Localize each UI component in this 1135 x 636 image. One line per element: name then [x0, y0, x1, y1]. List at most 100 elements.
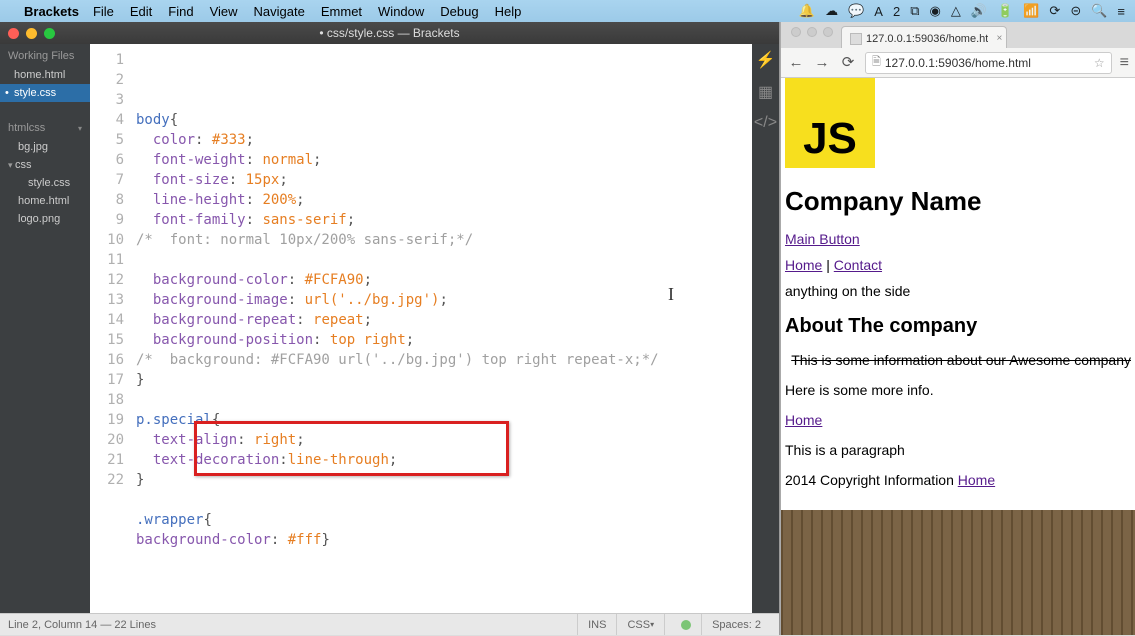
- menu-navigate[interactable]: Navigate: [254, 4, 305, 19]
- window-controls: [0, 28, 55, 39]
- status-indicator: [664, 614, 701, 635]
- right-toolbar: ⚡ ▦ </>: [752, 44, 779, 613]
- menu-window[interactable]: Window: [378, 4, 424, 19]
- chrome-toolbar: ← → ⟳ 🗎 127.0.0.1:59036/home.html ☆ ≡: [781, 48, 1135, 78]
- nav-separator: |: [826, 257, 834, 273]
- statusbar: Line 2, Column 14 — 22 Lines INS CSS ▾ S…: [0, 613, 779, 635]
- bolt-icon[interactable]: ⚡: [756, 50, 776, 70]
- menu-icon[interactable]: ≡: [1117, 4, 1125, 19]
- bookmark-star-icon[interactable]: ☆: [1094, 56, 1105, 70]
- bell-icon[interactable]: 🔔: [799, 3, 815, 19]
- menu-emmet[interactable]: Emmet: [321, 4, 362, 19]
- tab-close-icon[interactable]: ×: [996, 33, 1002, 44]
- forward-button[interactable]: →: [813, 54, 831, 72]
- minimize-window-button[interactable]: [807, 27, 817, 37]
- menu-debug[interactable]: Debug: [440, 4, 478, 19]
- maximize-window-button[interactable]: [44, 28, 55, 39]
- reload-button[interactable]: ⟳: [839, 54, 857, 72]
- working-file-style[interactable]: style.css: [0, 84, 90, 102]
- menu-edit[interactable]: Edit: [130, 4, 152, 19]
- strike-paragraph: This is some information about our Aweso…: [785, 352, 1131, 368]
- status-spaces[interactable]: Spaces: 2: [701, 614, 771, 635]
- page-viewport: JS Company Name Main Button Home | Conta…: [781, 78, 1135, 635]
- more-info-paragraph: Here is some more info.: [785, 382, 1131, 398]
- code-icon[interactable]: </>: [754, 114, 777, 132]
- drive-icon[interactable]: △: [951, 3, 961, 19]
- logo: JS: [785, 78, 875, 168]
- nav-home-link[interactable]: Home: [785, 257, 822, 273]
- menubar-app-name[interactable]: Brackets: [24, 4, 79, 19]
- maximize-window-button[interactable]: [823, 27, 833, 37]
- footer-text: 2014 Copyright Information Home: [785, 472, 1131, 488]
- sidebar: Working Files home.html style.css htmlcs…: [0, 44, 90, 613]
- tab-title: 127.0.0.1:59036/home.ht: [866, 33, 988, 45]
- dash-icon[interactable]: ⊝: [1070, 3, 1081, 19]
- main-button-link[interactable]: Main Button: [785, 231, 860, 247]
- status-position: Line 2, Column 14 — 22 Lines: [8, 619, 577, 631]
- cloud-icon[interactable]: ☁: [825, 3, 838, 19]
- chrome-tabstrip: 127.0.0.1:59036/home.ht ×: [781, 22, 1135, 48]
- status-dot-icon: [681, 620, 691, 630]
- aside-text: anything on the side: [785, 283, 1131, 299]
- file-logo-png[interactable]: logo.png: [0, 210, 90, 228]
- url-text: 127.0.0.1:59036/home.html: [885, 56, 1031, 70]
- code-editor[interactable]: 12345678910111213141516171819202122 body…: [90, 44, 752, 613]
- home-link-2[interactable]: Home: [785, 412, 822, 428]
- dropbox-icon[interactable]: ⧉: [910, 3, 919, 19]
- num-icon: 2: [893, 4, 900, 19]
- window-title: • css/style.css — Brackets: [319, 26, 459, 40]
- mac-menubar: Brackets File Edit Find View Navigate Em…: [0, 0, 1135, 22]
- spotlight-icon[interactable]: 🔍: [1091, 3, 1107, 19]
- chrome-menu-button[interactable]: ≡: [1120, 54, 1129, 72]
- page-icon: 🗎: [872, 53, 881, 72]
- status-lang[interactable]: CSS ▾: [616, 614, 664, 635]
- file-home-html[interactable]: home.html: [0, 192, 90, 210]
- plain-paragraph: This is a paragraph: [785, 442, 1131, 458]
- copyright-text: 2014 Copyright Information: [785, 472, 958, 488]
- volume-icon[interactable]: 🔊: [971, 3, 987, 19]
- menu-find[interactable]: Find: [168, 4, 193, 19]
- folder-css[interactable]: css: [0, 156, 90, 174]
- working-files-header[interactable]: Working Files: [0, 44, 90, 66]
- project-label: htmlcss: [8, 122, 45, 134]
- code-area[interactable]: body{ color: #333; font-weight: normal; …: [132, 44, 752, 613]
- section-heading: About The company: [785, 315, 1131, 338]
- sync-icon[interactable]: ⟳: [1049, 3, 1060, 19]
- browser-tab[interactable]: 127.0.0.1:59036/home.ht ×: [841, 26, 1007, 48]
- status-ins[interactable]: INS: [577, 614, 616, 635]
- brackets-titlebar[interactable]: • css/style.css — Brackets: [0, 22, 779, 44]
- brackets-window: • css/style.css — Brackets Working Files…: [0, 22, 780, 635]
- page-content: JS Company Name Main Button Home | Conta…: [781, 78, 1135, 510]
- close-window-button[interactable]: [8, 28, 19, 39]
- menu-view[interactable]: View: [210, 4, 238, 19]
- minimize-window-button[interactable]: [26, 28, 37, 39]
- wifi-icon[interactable]: 📶: [1023, 3, 1039, 19]
- logo-text: JS: [803, 114, 857, 164]
- address-bar[interactable]: 🗎 127.0.0.1:59036/home.html ☆: [865, 52, 1112, 74]
- active-line-highlight: [132, 70, 752, 90]
- working-files-label: Working Files: [8, 50, 74, 62]
- chevron-down-icon: ▾: [78, 124, 82, 133]
- file-style-css[interactable]: style.css: [0, 174, 90, 192]
- footer-home-link[interactable]: Home: [958, 472, 995, 488]
- page-title: Company Name: [785, 186, 1131, 217]
- working-file-home[interactable]: home.html: [0, 66, 90, 84]
- line-gutter: 12345678910111213141516171819202122: [90, 44, 132, 613]
- chrome-window-controls: [787, 27, 841, 43]
- back-button[interactable]: ←: [787, 54, 805, 72]
- chevron-down-icon: ▾: [650, 620, 654, 629]
- menu-help[interactable]: Help: [495, 4, 522, 19]
- battery-icon[interactable]: 🔋: [997, 3, 1013, 19]
- project-header[interactable]: htmlcss ▾: [0, 116, 90, 138]
- extension-icon[interactable]: ▦: [758, 82, 773, 102]
- circle-icon[interactable]: ◉: [930, 3, 941, 19]
- text-cursor-icon: I: [668, 284, 674, 305]
- chrome-window: 127.0.0.1:59036/home.ht × ← → ⟳ 🗎 127.0.…: [780, 22, 1135, 635]
- favicon-icon: [850, 33, 862, 45]
- file-bg-jpg[interactable]: bg.jpg: [0, 138, 90, 156]
- chat-icon[interactable]: 💬: [848, 3, 864, 19]
- close-window-button[interactable]: [791, 27, 801, 37]
- menu-file[interactable]: File: [93, 4, 114, 19]
- nav-contact-link[interactable]: Contact: [834, 257, 882, 273]
- adobe-icon[interactable]: A: [874, 4, 883, 19]
